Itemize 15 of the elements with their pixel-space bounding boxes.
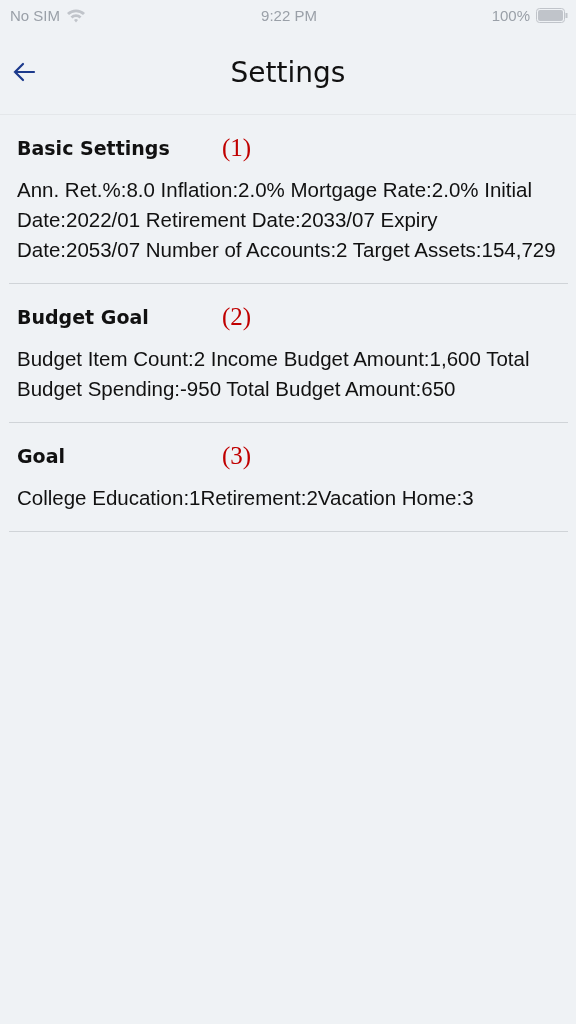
wifi-icon [66,7,86,23]
section-number: (1) [222,134,252,162]
time-text: 9:22 PM [261,6,317,24]
page-title: Settings [230,55,346,89]
battery-icon [536,7,568,23]
section-summary: Ann. Ret.%:8.0 Inflation:2.0% Mortgage Rate:2.0% Initial Date:2022/01 Retirement Date:2033/07 Expiry Date:2053/07 Number of Accounts:2 Target Assets:154,729 [17,177,557,263]
section-title: Goal [17,445,66,467]
section-title: Basic Settings [17,137,171,159]
carrier-text: No SIM [10,6,60,24]
section-number: (3) [222,442,252,470]
battery-text: 100% [491,6,530,24]
section-summary: Budget Item Count:2 Income Budget Amount:1,600 Total Budget Spending:-950 Total Budget Amount:650 [17,346,531,402]
section-summary: College Education:1Retirement:2Vacation Home:3 [17,485,475,511]
section-title: Budget Goal [17,306,150,328]
section-number: (2) [222,303,252,331]
